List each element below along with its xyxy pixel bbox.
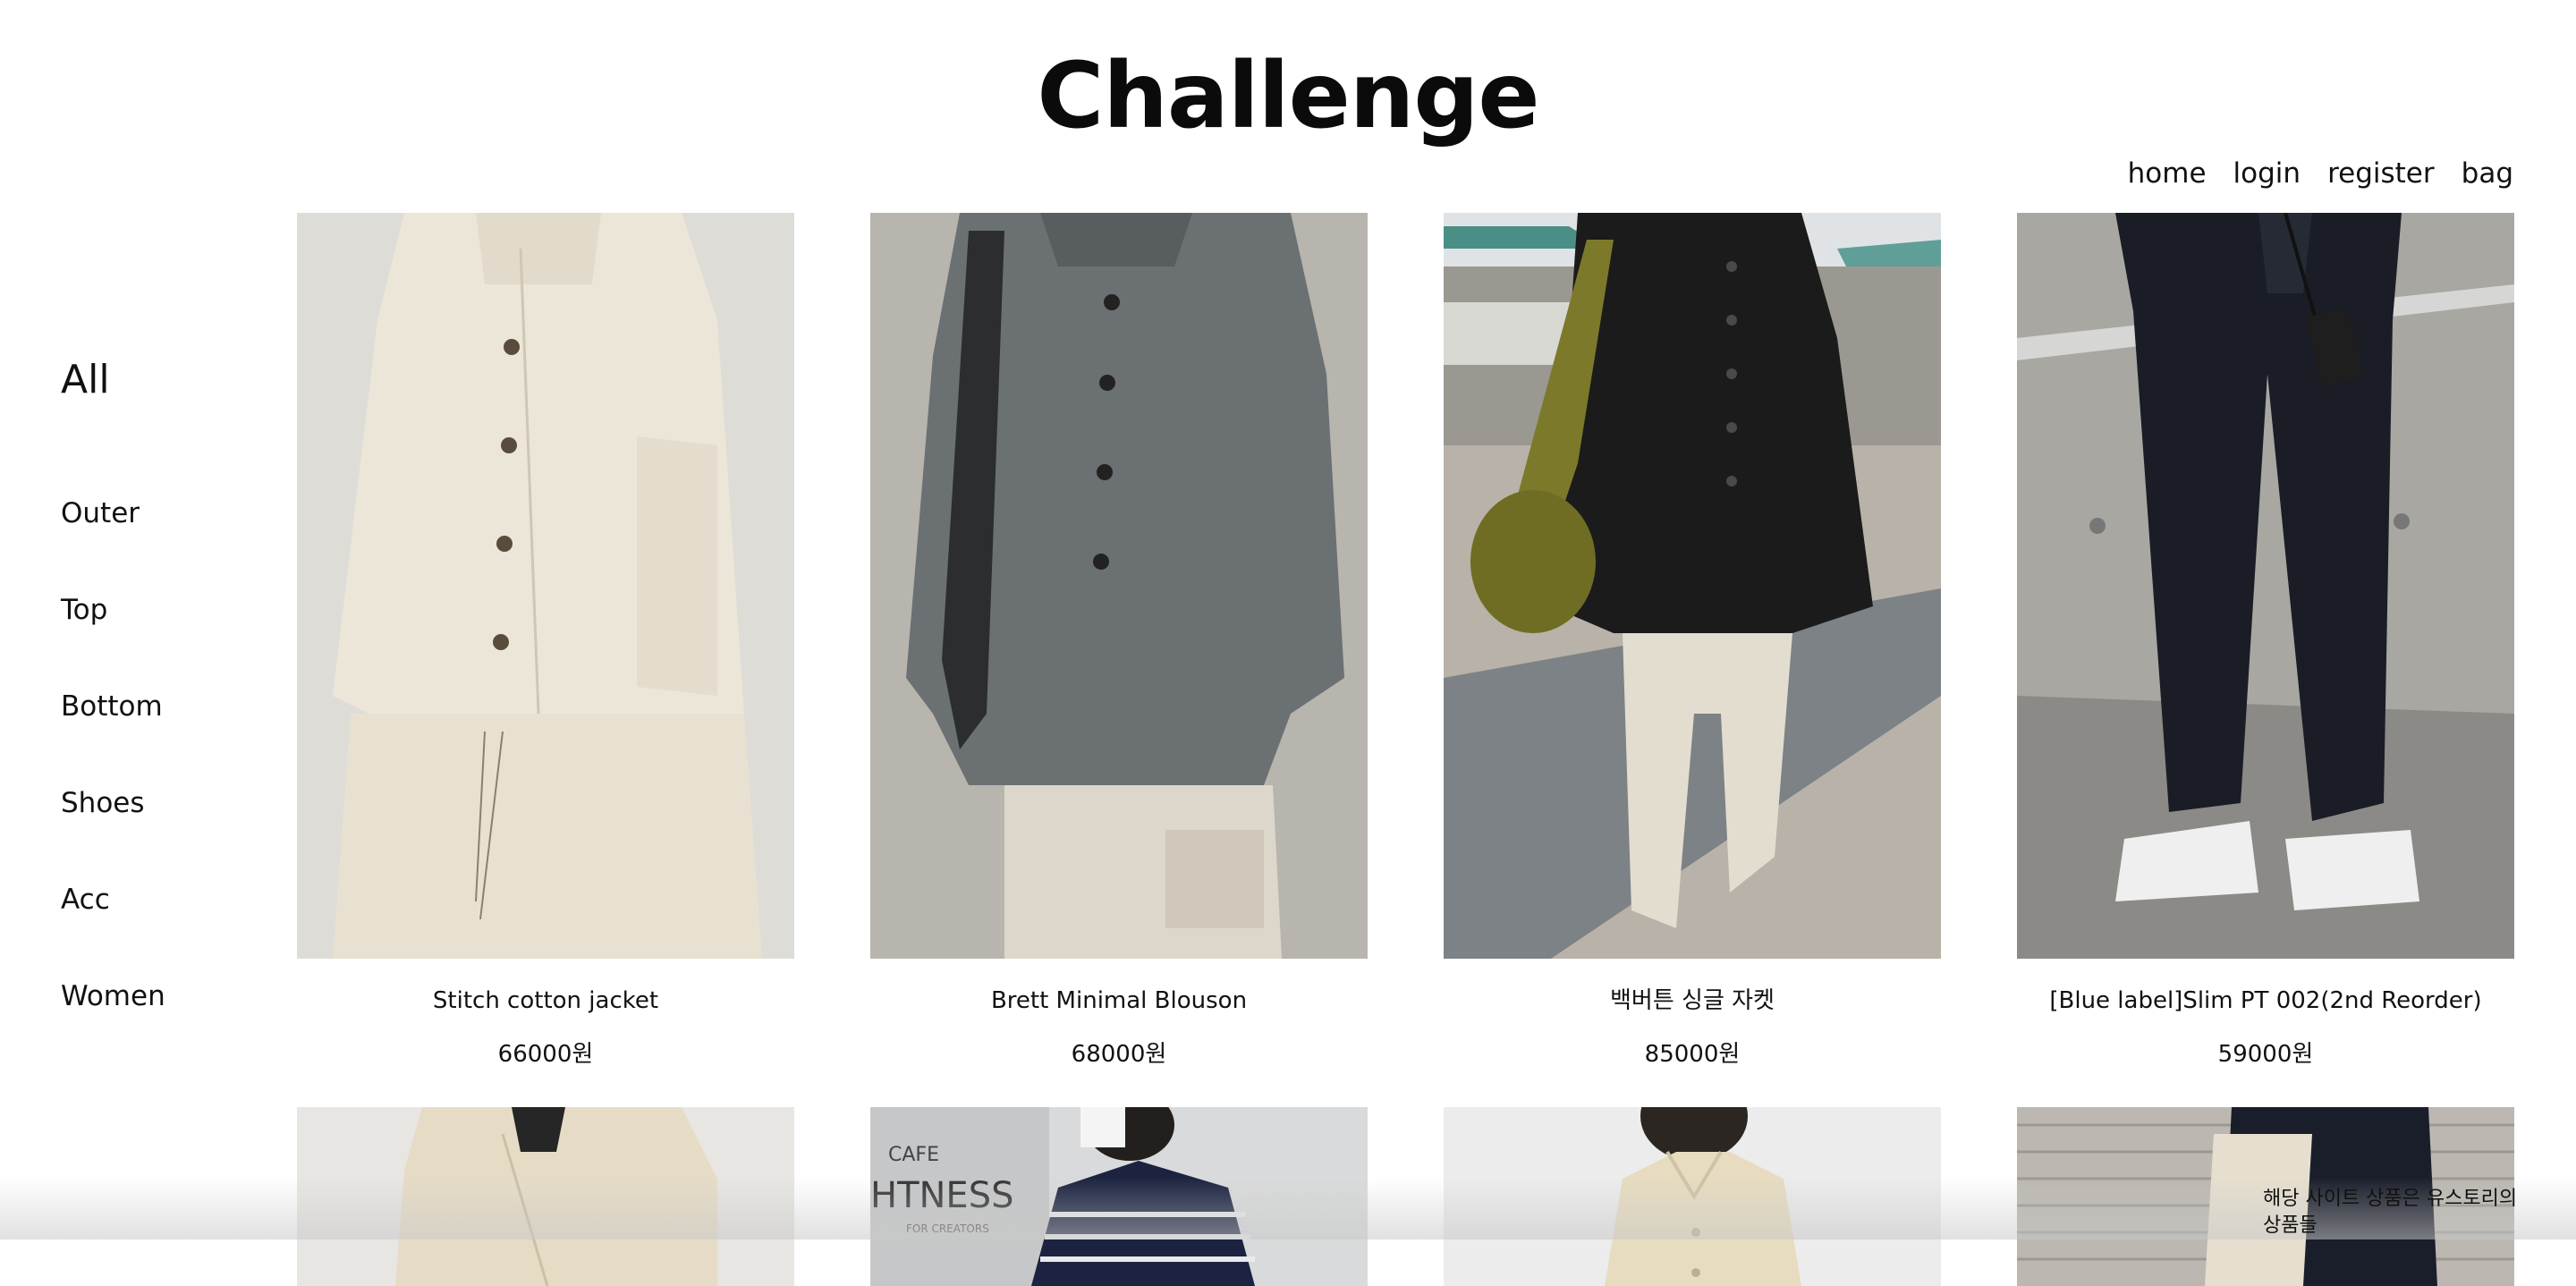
nav-home-link[interactable]: home bbox=[2128, 157, 2207, 190]
notice-line-1: 해당 사이트 상품은 유스토리의 bbox=[2263, 1188, 2518, 1210]
product-card[interactable]: Brett Minimal Blouson 68000원 bbox=[870, 213, 1368, 1070]
product-photo[interactable] bbox=[1444, 213, 1941, 959]
grey-blouson-image bbox=[870, 213, 1368, 959]
cafe-sub-text: FOR CREATORS bbox=[906, 1223, 989, 1235]
linen-jacket-image bbox=[297, 1107, 794, 1286]
product-photo[interactable] bbox=[2017, 213, 2514, 959]
cafe-sign-text: CAFE bbox=[888, 1144, 939, 1166]
beige-shirt-image bbox=[1444, 1107, 1941, 1286]
cafe-word-text: HTNESS bbox=[870, 1175, 1014, 1216]
product-name[interactable]: Brett Minimal Blouson bbox=[870, 986, 1368, 1016]
product-card[interactable] bbox=[1444, 1107, 1941, 1286]
product-name[interactable]: Stitch cotton jacket bbox=[297, 986, 794, 1016]
sidebar-item-outer[interactable]: Outer bbox=[61, 465, 165, 562]
sidebar-item-women[interactable]: Women bbox=[61, 948, 165, 1045]
product-card[interactable]: 백버튼 싱글 자켓 85000원 bbox=[1444, 213, 1941, 1070]
slim-pants-image bbox=[2017, 213, 2514, 959]
nav-register-link[interactable]: register bbox=[2327, 157, 2435, 190]
product-grid: Stitch cotton jacket 66000원 Brett Minima… bbox=[297, 213, 2514, 1286]
site-title[interactable]: Challenge bbox=[0, 46, 2576, 147]
back-button-jacket-image bbox=[1444, 213, 1941, 959]
product-photo[interactable] bbox=[870, 213, 1368, 959]
sidebar-item-bottom[interactable]: Bottom bbox=[61, 658, 165, 755]
product-price: 66000원 bbox=[497, 1041, 594, 1068]
top-nav: home login register bag bbox=[2128, 157, 2513, 190]
product-photo[interactable]: CAFE HTNESS FOR CREATORS bbox=[870, 1107, 1368, 1286]
product-price: 85000원 bbox=[1644, 1041, 1741, 1068]
product-card[interactable]: [Blue label]Slim PT 002(2nd Reorder) 590… bbox=[2017, 213, 2514, 1070]
notice-line-2: 상품들 bbox=[2263, 1214, 2318, 1237]
product-card[interactable]: Stitch cotton jacket 66000원 bbox=[297, 213, 794, 1070]
sidebar-item-acc[interactable]: Acc bbox=[61, 851, 165, 948]
notice-banner: 해당 사이트 상품은 유스토리의 상품들 bbox=[2263, 1186, 2558, 1239]
nav-bag-link[interactable]: bag bbox=[2462, 157, 2513, 190]
product-card[interactable]: CAFE HTNESS FOR CREATORS bbox=[870, 1107, 1368, 1286]
sidebar-item-shoes[interactable]: Shoes bbox=[61, 755, 165, 851]
cream-jacket-image bbox=[297, 213, 794, 959]
product-photo[interactable] bbox=[297, 1107, 794, 1286]
product-photo[interactable] bbox=[1444, 1107, 1941, 1286]
sidebar-item-all[interactable]: All bbox=[61, 349, 165, 465]
striped-knit-image: CAFE HTNESS FOR CREATORS bbox=[870, 1107, 1368, 1286]
product-card[interactable] bbox=[297, 1107, 794, 1286]
product-price: 59000원 bbox=[2217, 1041, 2314, 1068]
sidebar-item-top[interactable]: Top bbox=[61, 562, 165, 658]
product-price: 68000원 bbox=[1071, 1041, 1167, 1068]
category-sidebar: All Outer Top Bottom Shoes Acc Women bbox=[61, 349, 165, 1045]
nav-login-link[interactable]: login bbox=[2233, 157, 2301, 190]
product-name[interactable]: [Blue label]Slim PT 002(2nd Reorder) bbox=[2017, 986, 2514, 1016]
product-name[interactable]: 백버튼 싱글 자켓 bbox=[1444, 986, 1941, 1016]
product-photo[interactable] bbox=[297, 213, 794, 959]
